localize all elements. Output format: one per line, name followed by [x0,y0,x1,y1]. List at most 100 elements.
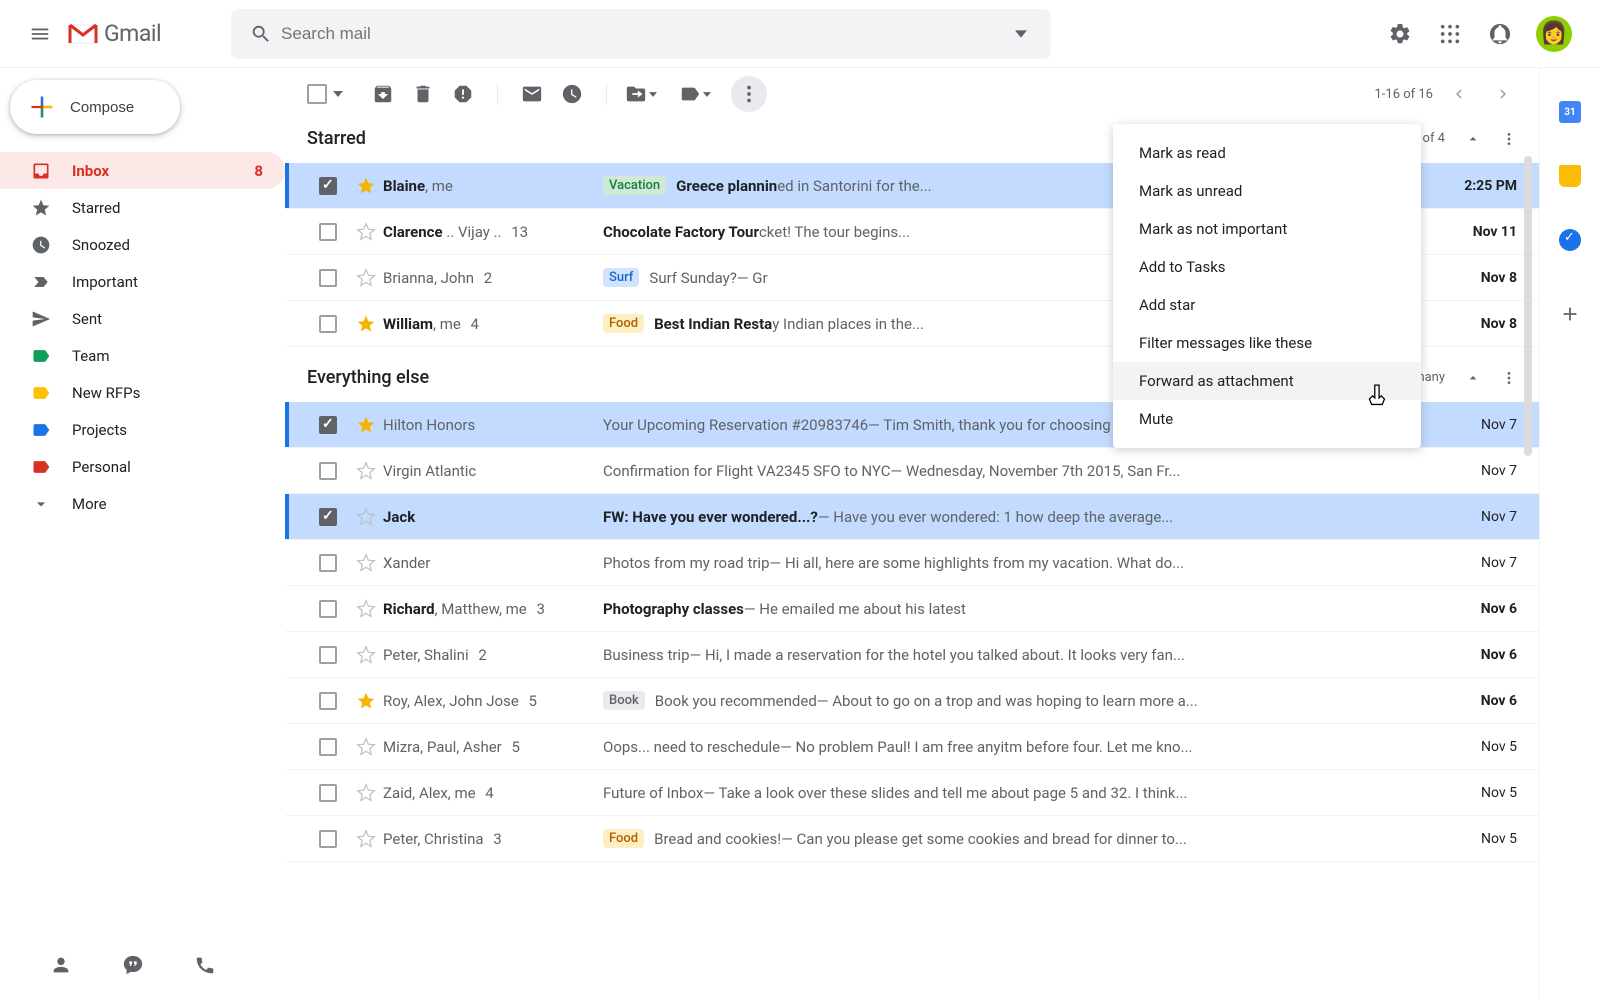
row-checkbox[interactable] [319,646,337,664]
select-all-checkbox[interactable] [307,84,327,104]
email-row[interactable]: Virgin AtlanticConfirmation for Flight V… [285,448,1539,494]
star-icon[interactable] [349,691,383,711]
star-icon[interactable] [349,737,383,757]
context-menu-item[interactable]: Mute [1113,400,1421,438]
email-row[interactable]: XanderPhotos from my road trip — Hi all,… [285,540,1539,586]
row-checkbox[interactable] [319,554,337,572]
context-menu-item[interactable]: Add star [1113,286,1421,324]
context-menu[interactable]: Mark as readMark as unreadMark as not im… [1113,124,1421,448]
label-tag[interactable]: Food [603,829,644,848]
report-spam-icon[interactable] [445,76,481,112]
main-menu-icon[interactable] [16,10,64,58]
select-dropdown-icon[interactable] [333,91,343,97]
calendar-addon-icon[interactable]: 31 [1556,98,1584,126]
sender: Clarence .. Vijay .. 13 [383,223,603,241]
compose-button[interactable]: Compose [10,80,180,134]
email-row[interactable]: JackFW: Have you ever wondered...? — Hav… [285,494,1539,540]
labels-icon[interactable] [677,76,713,112]
context-menu-item[interactable]: Filter messages like these [1113,324,1421,362]
sidebar-item-projects[interactable]: Projects [0,411,285,448]
email-row[interactable]: Mizra, Paul, Asher 5Oops... need to resc… [285,724,1539,770]
search-icon[interactable] [241,23,281,45]
star-icon[interactable] [349,829,383,849]
row-checkbox[interactable] [319,784,337,802]
phone-icon[interactable] [194,954,216,976]
row-checkbox[interactable] [319,692,337,710]
delete-trash-icon[interactable] [405,76,441,112]
scrollbar-thumb[interactable] [1524,156,1532,456]
context-menu-item[interactable]: Mark as not important [1113,210,1421,248]
mark-read-icon[interactable] [514,76,550,112]
row-checkbox[interactable] [319,269,337,287]
email-row[interactable]: Peter, Christina 3FoodBread and cookies!… [285,816,1539,862]
section-more-icon[interactable] [1501,131,1517,147]
snooze-clock-icon[interactable] [554,76,590,112]
user-avatar[interactable]: 👩 [1536,16,1572,52]
email-row[interactable]: Zaid, Alex, me 4Future of Inbox — Take a… [285,770,1539,816]
sidebar-item-sent[interactable]: Sent [0,300,285,337]
settings-gear-icon[interactable] [1386,20,1414,48]
archive-icon[interactable] [365,76,401,112]
context-menu-item[interactable]: Mark as read [1113,134,1421,172]
more-actions-icon[interactable] [731,76,767,112]
star-icon[interactable] [349,222,383,242]
row-checkbox[interactable] [319,315,337,333]
move-to-icon[interactable] [623,76,659,112]
section-more-icon[interactable] [1501,370,1517,386]
star-icon[interactable] [349,599,383,619]
row-checkbox[interactable] [319,416,337,434]
sidebar-item-newrfps[interactable]: New RFPs [0,374,285,411]
star-icon[interactable] [349,645,383,665]
notifications-bell-icon[interactable] [1486,20,1514,48]
context-menu-item[interactable]: Add to Tasks [1113,248,1421,286]
sidebar-item-inbox[interactable]: Inbox8 [0,152,285,189]
tasks-addon-icon[interactable] [1556,226,1584,254]
sidebar-item-snoozed[interactable]: Snoozed [0,226,285,263]
label-tag[interactable]: Food [603,314,644,333]
row-checkbox[interactable] [319,223,337,241]
collapse-section-icon[interactable] [1465,370,1481,386]
star-icon[interactable] [349,176,383,196]
search-bar[interactable] [231,9,1051,59]
star-icon[interactable] [349,553,383,573]
star-icon[interactable] [349,507,383,527]
sidebar-item-important[interactable]: Important [0,263,285,300]
contacts-icon[interactable] [50,954,72,976]
label-tag[interactable]: Surf [603,268,639,287]
page-prev-icon[interactable] [1441,76,1477,112]
subject: Best Indian Resta [654,315,772,333]
keep-addon-icon[interactable] [1556,162,1584,190]
sidebar-item-team[interactable]: Team [0,337,285,374]
search-options-dropdown-icon[interactable] [1001,28,1041,40]
add-addon-icon[interactable] [1556,300,1584,328]
row-checkbox[interactable] [319,600,337,618]
sidebar-item-personal[interactable]: Personal [0,448,285,485]
star-icon[interactable] [349,415,383,435]
row-checkbox[interactable] [319,177,337,195]
sender: Mizra, Paul, Asher 5 [383,738,603,756]
star-icon[interactable] [349,461,383,481]
star-icon[interactable] [349,783,383,803]
star-icon[interactable] [349,268,383,288]
sidebar-item-more[interactable]: More [0,485,285,522]
sidebar-item-starred[interactable]: Starred [0,189,285,226]
gmail-logo[interactable]: Gmail [68,20,161,47]
row-checkbox[interactable] [319,830,337,848]
sidebar-item-label: Sent [72,310,102,328]
row-checkbox[interactable] [319,738,337,756]
email-row[interactable]: Roy, Alex, John Jose 5BookBook you recom… [285,678,1539,724]
label-tag[interactable]: Book [603,691,645,710]
context-menu-item[interactable]: Forward as attachment [1113,362,1421,400]
collapse-section-icon[interactable] [1465,131,1481,147]
search-input[interactable] [281,24,1001,44]
page-next-icon[interactable] [1485,76,1521,112]
row-checkbox[interactable] [319,508,337,526]
label-tag[interactable]: Vacation [603,176,666,195]
context-menu-item[interactable]: Mark as unread [1113,172,1421,210]
star-icon[interactable] [349,314,383,334]
email-row[interactable]: Peter, Shalini 2Business trip — Hi, I ma… [285,632,1539,678]
apps-grid-icon[interactable] [1436,20,1464,48]
hangouts-icon[interactable] [122,954,144,976]
email-row[interactable]: Richard, Matthew, me 3Photography classe… [285,586,1539,632]
row-checkbox[interactable] [319,462,337,480]
